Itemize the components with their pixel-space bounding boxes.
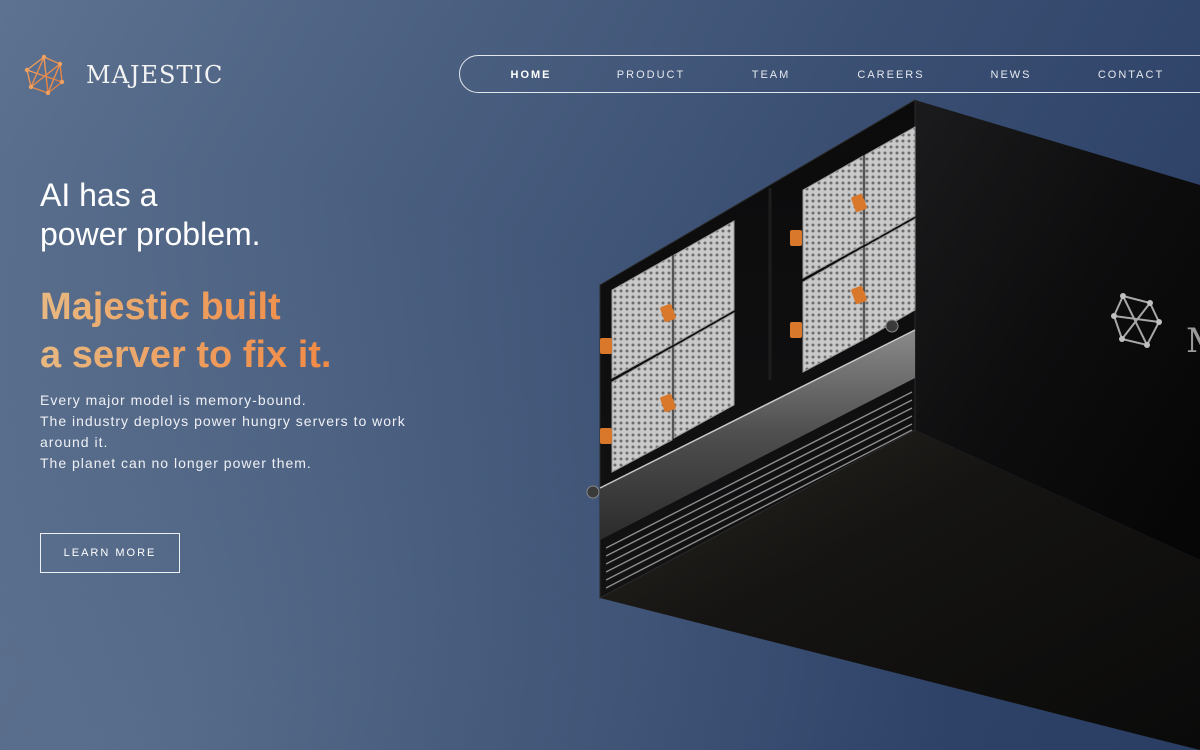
- server-vent: [605, 391, 913, 589]
- server-side-logo-icon: [1112, 294, 1161, 347]
- nav-item-careers[interactable]: CAREERS: [857, 56, 924, 94]
- hero-tagline: Majestic built a server to fix it.: [40, 283, 331, 379]
- hero-headline-line2: power problem.: [40, 216, 261, 252]
- hero-body-line: The planet can no longer power them.: [40, 455, 312, 471]
- brand-logo[interactable]: MAJESTIC: [24, 54, 223, 96]
- nav-item-product[interactable]: PRODUCT: [617, 56, 685, 94]
- nav-item-team[interactable]: TEAM: [752, 56, 791, 94]
- orange-connectors: [600, 193, 867, 444]
- hero-body-line: The industry deploys power hungry server…: [40, 413, 406, 450]
- learn-more-button[interactable]: LEARN MORE: [40, 533, 180, 573]
- server-bottom-panel: [600, 430, 1200, 750]
- hero-tagline-line2: a server to fix it.: [40, 334, 332, 376]
- server-badge-text: M: [1186, 321, 1200, 361]
- server-front-panel: [599, 99, 916, 599]
- drive-bays-left: [611, 220, 735, 473]
- nav-item-home[interactable]: HOME: [511, 56, 552, 94]
- hero-headline: AI has a power problem.: [40, 176, 261, 254]
- server-handle-bar: [600, 330, 915, 540]
- nav-item-contact[interactable]: CONTACT: [1098, 56, 1164, 94]
- hero-tagline-line1: Majestic built: [40, 286, 281, 328]
- hero-body: Every major model is memory-bound. The i…: [40, 390, 420, 474]
- drive-bays-right: [802, 126, 916, 373]
- nav-item-news[interactable]: NEWS: [991, 56, 1032, 94]
- geodesic-logo-icon: [24, 54, 65, 96]
- hero-headline-line1: AI has a: [40, 177, 158, 213]
- main-nav: HOME PRODUCT TEAM CAREERS NEWS CONTACT: [459, 55, 1200, 93]
- server-side-panel: [915, 100, 1200, 560]
- hero-body-line: Every major model is memory-bound.: [40, 392, 307, 408]
- brand-name: MAJESTIC: [86, 61, 224, 89]
